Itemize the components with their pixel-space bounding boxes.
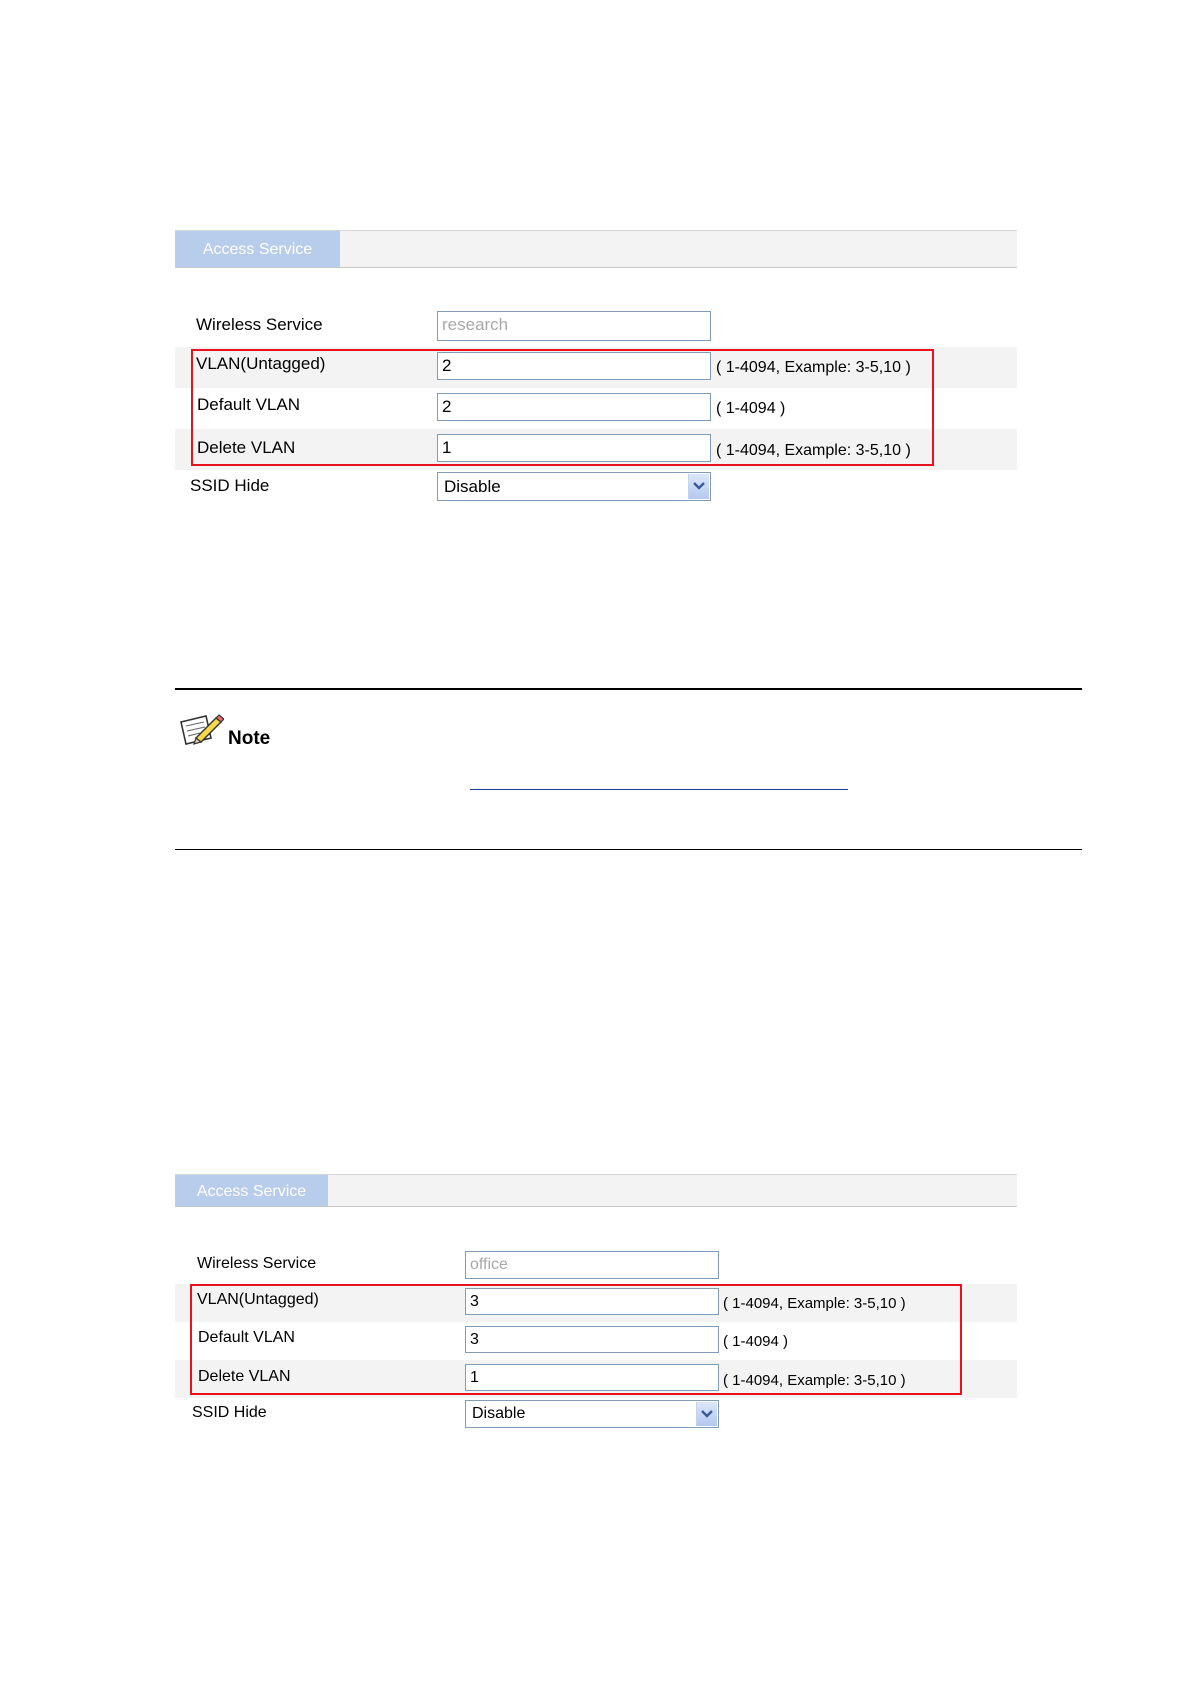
ssid-hide-row: SSID Hide Disable — [175, 1398, 1017, 1432]
vlan-untagged-row: VLAN(Untagged) 3 ( 1-4094, Example: 3-5,… — [175, 1284, 1017, 1322]
default-vlan-hint: ( 1-4094 ) — [716, 400, 786, 417]
panel-header: Access Service — [175, 230, 1017, 268]
access-service-panel-research: Access Service Wireless Service research… — [175, 230, 1017, 501]
ssid-hide-selected-value: Disable — [472, 1405, 526, 1422]
ssid-hide-select[interactable]: Disable — [437, 472, 711, 501]
delete-vlan-label: Delete VLAN — [198, 1368, 291, 1385]
delete-vlan-label: Delete VLAN — [197, 438, 296, 457]
tab-access-service[interactable]: Access Service — [175, 231, 340, 267]
default-vlan-row: Default VLAN 3 ( 1-4094 ) — [175, 1322, 1017, 1360]
panel-header: Access Service — [175, 1174, 1017, 1207]
ssid-hide-label: SSID Hide — [190, 476, 270, 495]
tab-access-service[interactable]: Access Service — [175, 1175, 328, 1206]
delete-vlan-hint: ( 1-4094, Example: 3-5,10 ) — [723, 1372, 906, 1389]
access-service-panel-office: Access Service Wireless Service office V… — [175, 1174, 1017, 1434]
wireless-service-label: Wireless Service — [197, 1255, 317, 1272]
note-top-rule — [175, 688, 1082, 690]
wireless-service-field: research — [437, 311, 711, 341]
vlan-untagged-label: VLAN(Untagged) — [196, 354, 326, 373]
vlan-untagged-input[interactable]: 2 — [437, 352, 711, 380]
note-pencil-icon — [178, 712, 225, 753]
chevron-down-icon[interactable] — [696, 1402, 717, 1426]
delete-vlan-input[interactable]: 1 — [465, 1364, 719, 1391]
default-vlan-label: Default VLAN — [198, 1329, 295, 1346]
chevron-down-icon[interactable] — [688, 474, 709, 499]
default-vlan-label: Default VLAN — [197, 395, 300, 414]
vlan-untagged-label: VLAN(Untagged) — [197, 1291, 319, 1308]
vlan-untagged-input[interactable]: 3 — [465, 1288, 719, 1315]
delete-vlan-row: Delete VLAN 1 ( 1-4094, Example: 3-5,10 … — [175, 1360, 1017, 1398]
default-vlan-input[interactable]: 3 — [465, 1326, 719, 1353]
default-vlan-input[interactable]: 2 — [437, 393, 711, 421]
note-label: Note — [228, 728, 271, 749]
note-bottom-rule — [175, 849, 1082, 850]
default-vlan-hint: ( 1-4094 ) — [723, 1333, 789, 1350]
wireless-service-field: office — [465, 1251, 719, 1279]
delete-vlan-row: Delete VLAN 1 ( 1-4094, Example: 3-5,10 … — [175, 429, 1017, 470]
ssid-hide-select[interactable]: Disable — [465, 1400, 719, 1428]
reference-link[interactable] — [470, 789, 848, 790]
delete-vlan-input[interactable]: 1 — [437, 434, 711, 462]
wireless-service-row: Wireless Service office — [175, 1246, 1017, 1284]
ssid-hide-selected-value: Disable — [444, 477, 501, 496]
default-vlan-row: Default VLAN 2 ( 1-4094 ) — [175, 388, 1017, 429]
ssid-hide-row: SSID Hide Disable — [175, 470, 1017, 504]
delete-vlan-hint: ( 1-4094, Example: 3-5,10 ) — [716, 442, 911, 459]
vlan-untagged-row: VLAN(Untagged) 2 ( 1-4094, Example: 3-5,… — [175, 347, 1017, 388]
ssid-hide-label: SSID Hide — [192, 1404, 267, 1421]
wireless-service-label: Wireless Service — [196, 315, 323, 334]
wireless-service-row: Wireless Service research — [175, 307, 1017, 347]
vlan-untagged-hint: ( 1-4094, Example: 3-5,10 ) — [716, 359, 911, 376]
vlan-untagged-hint: ( 1-4094, Example: 3-5,10 ) — [723, 1295, 906, 1312]
